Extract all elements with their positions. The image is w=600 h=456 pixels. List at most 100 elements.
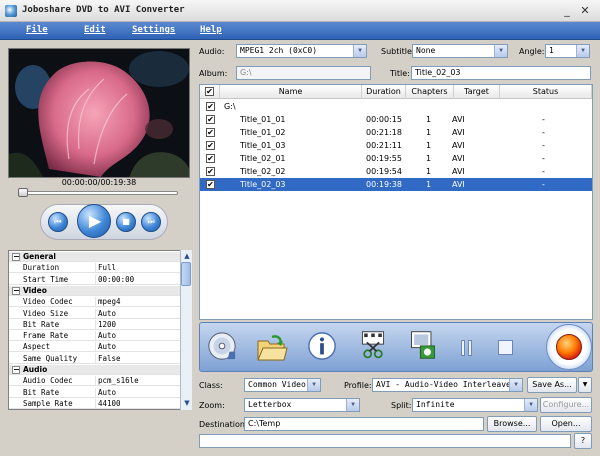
collapse-icon[interactable]: − [12,366,20,374]
collapse-icon[interactable]: − [12,253,20,261]
menu-settings[interactable]: Settings [132,25,175,35]
title-checkbox[interactable]: ✔ [206,115,215,124]
property-scroll-thumb[interactable] [181,262,191,286]
column-status[interactable]: Status [500,85,592,99]
load-dvd-icon[interactable] [206,331,238,361]
next-button[interactable]: ⏭ [141,212,161,232]
browse-button[interactable]: Browse... [487,416,537,432]
menu-file[interactable]: File [26,25,48,35]
property-row[interactable]: Duration Full [9,263,181,274]
title-row[interactable]: ✔ Title_02_01 00:19:55 1 AVI - [200,152,592,165]
title-checkbox[interactable]: ✔ [206,141,215,150]
title-field[interactable]: Title_02_03 [411,66,591,80]
chevron-down-icon[interactable]: ▼ [346,399,359,411]
minimize-button[interactable]: _ [560,4,574,18]
property-value[interactable]: 00:00:00 [95,274,179,285]
seek-bar[interactable] [20,191,178,195]
property-row[interactable]: Sample Rate 44100 [9,398,181,409]
title-checkbox[interactable]: ✔ [206,154,215,163]
column-name[interactable]: Name [220,85,362,99]
property-value[interactable]: pcm_s16le [95,376,179,387]
help-button[interactable]: ? [574,433,592,449]
root-checkbox[interactable]: ✔ [206,102,215,111]
play-button[interactable]: ▶ [77,204,111,238]
tree-root-row[interactable]: ✔ G:\ [200,100,592,113]
title-checkbox[interactable]: ✔ [206,180,215,189]
subtitle-select[interactable]: None ▼ [412,44,508,58]
property-row[interactable]: Start Time 00:00:00 [9,274,181,285]
property-key: Bit Rate [23,319,60,329]
split-select[interactable]: Infinite ▼ [412,398,538,412]
chevron-down-icon[interactable]: ▼ [524,399,537,411]
property-value[interactable]: False [95,353,179,364]
destination-field[interactable]: C:\Temp [244,417,484,431]
trim-icon[interactable] [358,330,388,360]
property-row[interactable]: Same Quality False [9,353,181,364]
chevron-down-icon[interactable]: ▼ [576,45,589,57]
column-target[interactable]: Target [454,85,500,99]
seek-handle[interactable] [18,188,28,197]
title-list[interactable]: ✔ Name Duration Chapters Target Status ✔… [199,84,593,320]
property-key: Aspect [23,342,51,352]
title-bar[interactable]: Joboshare DVD to AVI Converter _ ✕ [0,0,600,22]
title-checkbox[interactable]: ✔ [206,167,215,176]
close-button[interactable]: ✕ [578,4,592,18]
property-value[interactable]: Auto [95,331,179,342]
menu-help[interactable]: Help [200,25,222,35]
scroll-up-icon[interactable]: ▲ [182,251,192,261]
title-row[interactable]: ✔ Title_02_02 00:19:54 1 AVI - [200,165,592,178]
property-category[interactable]: − Video [9,285,181,296]
zoom-select[interactable]: Letterbox ▼ [244,398,360,412]
save-as-button[interactable]: Save As... [527,377,577,393]
property-row[interactable]: Video Size Auto [9,308,181,319]
scroll-down-icon[interactable]: ▼ [182,398,192,408]
property-category[interactable]: − General [9,252,181,262]
select-all-checkbox[interactable]: ✔ [205,87,214,96]
property-row[interactable]: Audio Codec pcm_s16le [9,376,181,387]
open-folder-icon[interactable] [256,333,288,363]
property-value[interactable]: Auto [95,387,179,398]
chevron-down-icon[interactable]: ▼ [307,379,320,391]
open-button[interactable]: Open... [540,416,592,432]
collapse-icon[interactable]: − [12,286,20,295]
stop-conversion-button[interactable] [498,340,513,355]
class-select[interactable]: Common Video ▼ [244,378,321,392]
select-all-cell[interactable]: ✔ [200,85,220,99]
chevron-down-icon[interactable]: ▼ [494,45,507,57]
property-row[interactable]: Bit Rate 1200 [9,319,181,330]
snapshot-icon[interactable] [408,330,438,360]
profile-select[interactable]: AVI - Audio-Video Interleaved ▼ [372,378,523,392]
title-row[interactable]: ✔ Title_01_01 00:00:15 1 AVI - [200,113,592,126]
configure-button[interactable]: Configure... [540,397,592,413]
angle-select[interactable]: 1 ▼ [545,44,590,58]
save-as-dropdown-button[interactable]: ▼ [578,377,592,393]
property-row[interactable]: Frame Rate Auto [9,331,181,342]
chevron-down-icon[interactable]: ▼ [353,45,366,57]
start-convert-button[interactable] [556,334,582,360]
title-row[interactable]: ✔ Title_02_03 00:19:38 1 AVI - [200,178,592,191]
stop-button[interactable]: ■ [116,212,136,232]
property-grid[interactable]: − General Duration Full Start Time 00:00:00− V… [8,250,192,410]
property-row[interactable]: Aspect Auto [9,342,181,353]
chevron-down-icon[interactable]: ▼ [509,379,522,391]
property-row[interactable]: Bit Rate Auto [9,387,181,398]
title-row[interactable]: ✔ Title_01_03 00:21:11 1 AVI - [200,139,592,152]
title-row[interactable]: ✔ Title_01_02 00:21:18 1 AVI - [200,126,592,139]
column-chapters[interactable]: Chapters [406,85,454,99]
property-value[interactable]: mpeg4 [95,297,179,308]
previous-button[interactable]: ⏮ [48,212,68,232]
info-icon[interactable] [306,331,338,361]
column-duration[interactable]: Duration [362,85,406,99]
property-value[interactable]: Auto [95,308,179,319]
property-value[interactable]: Full [95,263,179,274]
title-checkbox[interactable]: ✔ [206,128,215,137]
property-category[interactable]: − Audio [9,365,181,375]
audio-select[interactable]: MPEG1 2ch (0xC0) ▼ [236,44,367,58]
property-row[interactable]: Video Codec mpeg4 [9,297,181,308]
property-value[interactable]: 1200 [95,319,179,330]
album-field[interactable]: G:\ [236,66,371,80]
property-value[interactable]: 44100 [95,398,179,409]
property-value[interactable]: Auto [95,342,179,353]
pause-button[interactable] [460,340,474,356]
menu-edit[interactable]: Edit [84,25,106,35]
